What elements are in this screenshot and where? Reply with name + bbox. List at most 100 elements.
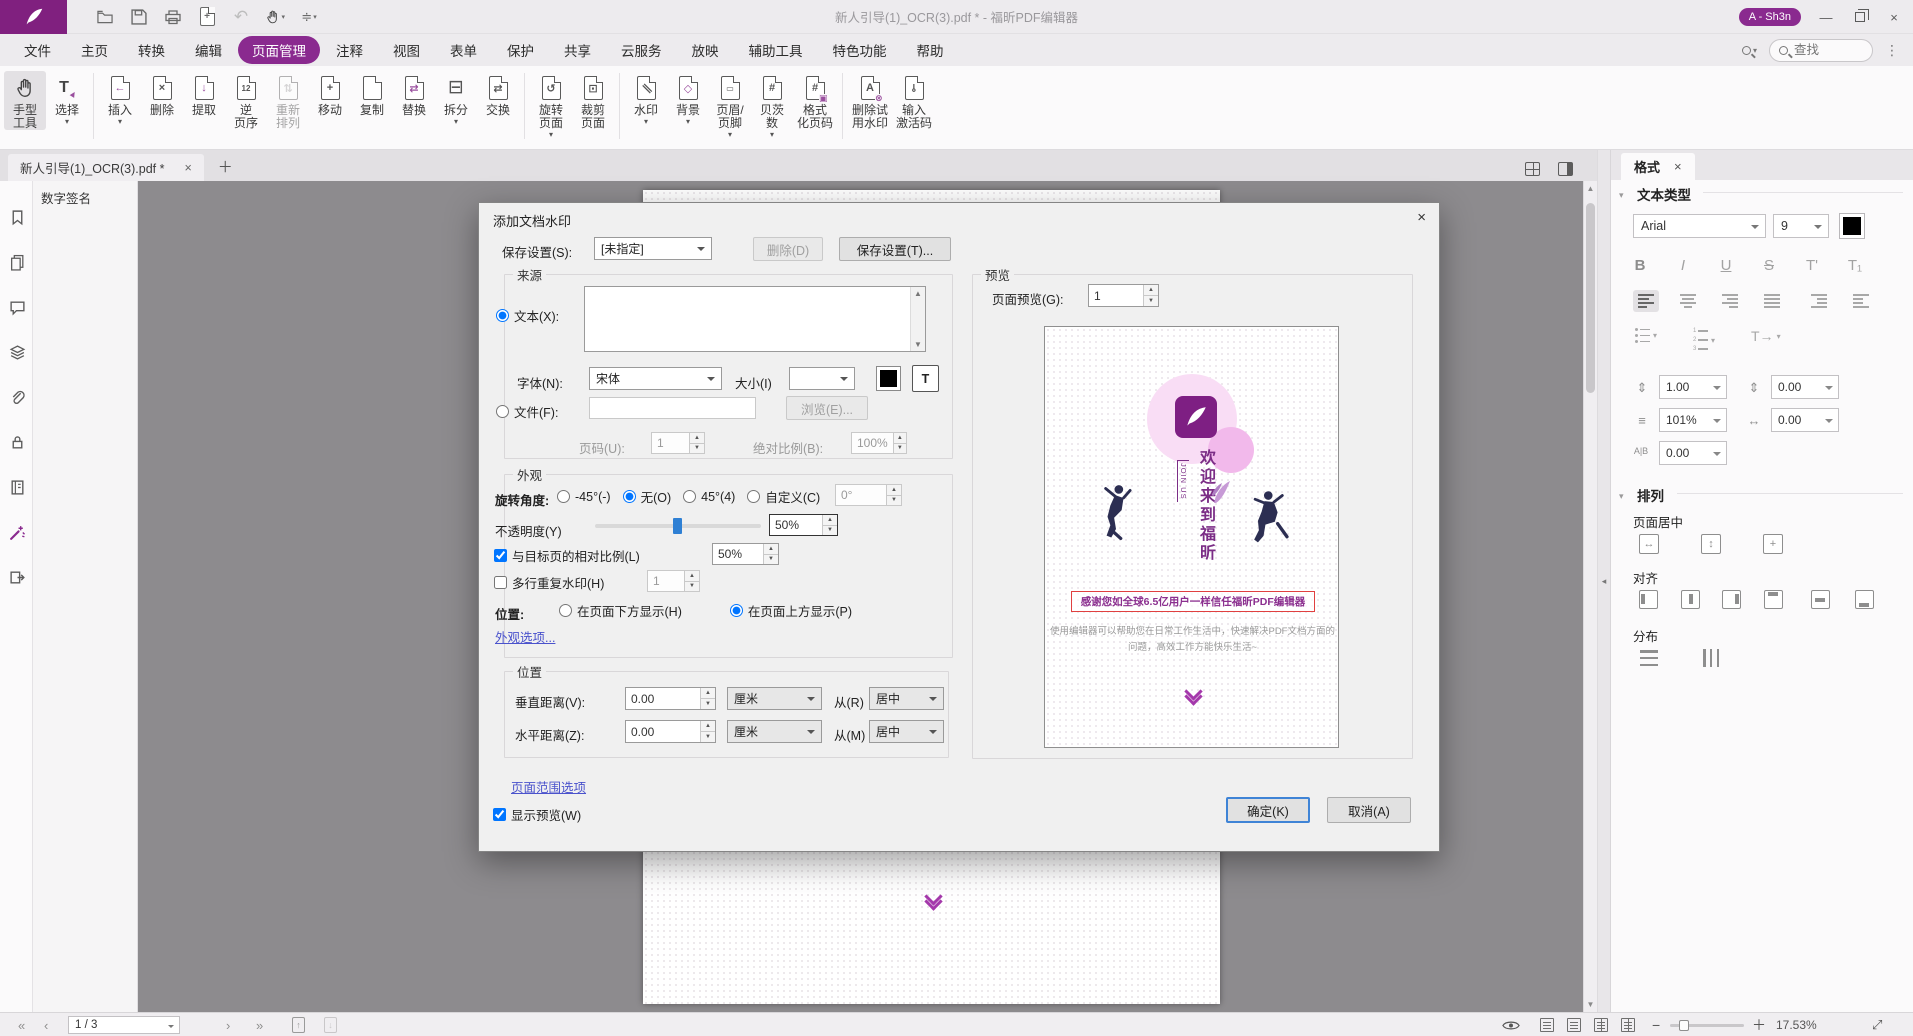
rotation-radio[interactable]: 自定义(C) [747,487,820,506]
text-direction-button[interactable]: T→▾ [1751,328,1781,344]
subscript-button[interactable]: T₁ [1840,252,1870,278]
sidebar-attachments-icon[interactable] [7,387,27,407]
scrollbar-thumb[interactable] [1586,203,1595,393]
new-page-icon[interactable]: + [197,7,217,27]
rotation-radio[interactable]: 45°(4) [683,487,735,506]
page-preview-spinner[interactable]: 1▲▼ [1088,284,1159,307]
menu-tab-编辑[interactable]: 编辑 [181,36,236,64]
vertical-scrollbar[interactable]: ▲ ▼ [1583,181,1597,1012]
italic-button[interactable]: I [1668,252,1698,278]
text-source-radio[interactable]: 文本(X): [496,306,559,325]
fit-page-icon[interactable]: ⤢ [1872,1013,1882,1036]
align-objects-center-button[interactable] [1681,590,1700,609]
menu-tab-表单[interactable]: 表单 [436,36,491,64]
scroll-up-icon[interactable]: ▲ [1584,184,1597,193]
collapse-arrow-icon[interactable]: ◂ [1602,576,1607,587]
ribbon-item[interactable]: ←插入▾ [99,71,141,126]
align-objects-top-button[interactable] [1764,590,1783,609]
custom-angle-spinner[interactable]: 0°▲▼ [835,484,902,506]
panel-collapse-strip[interactable]: ◂ [1597,150,1610,1012]
underline-button[interactable]: U [1711,252,1741,278]
open-file-icon[interactable] [95,7,115,27]
format-tab-close-icon[interactable]: × [1674,159,1682,174]
watermark-text-input[interactable]: ▲▼ [584,286,926,352]
relative-scale-spinner[interactable]: 50%▲▼ [712,543,779,565]
dialog-close-icon[interactable]: × [1417,209,1426,226]
rotation-radio[interactable]: -45°(-) [557,487,611,506]
previous-view-icon[interactable]: ↑ [292,1013,305,1036]
ribbon-item[interactable]: ▭页眉/ 页脚▾ [709,71,751,139]
restore-button[interactable] [1851,10,1869,25]
font-color-swatch[interactable] [1839,213,1865,239]
search-settings-icon[interactable]: ▾ [1742,46,1757,55]
text-style-button[interactable]: T [912,365,939,392]
save-icon[interactable] [129,7,149,27]
menu-tab-共享[interactable]: 共享 [550,36,605,64]
distribute-vertical-button[interactable] [1639,648,1659,668]
appearance-options-link[interactable]: 外观选项... [495,627,555,646]
multiline-checkbox[interactable]: 多行重复水印(H) [494,573,604,592]
paragraph-spacing-input[interactable]: 0.00 [1771,375,1839,399]
watermark-color-swatch[interactable] [876,366,901,391]
tab-close-icon[interactable]: × [184,161,191,175]
textarea-scrollbar[interactable]: ▲▼ [910,287,925,351]
zoom-in-icon[interactable]: ＋ [1752,1013,1766,1036]
sidebar-share-icon[interactable] [7,567,27,587]
save-setting-button[interactable]: 保存设置(T)... [839,237,951,261]
ribbon-item[interactable]: ∥水印▾ [625,71,667,126]
sidebar-page-thumbnails-icon[interactable] [7,252,27,272]
watermark-font-select[interactable]: 宋体 [589,367,722,390]
file-source-radio[interactable]: 文件(F): [496,402,558,421]
align-left-button[interactable] [1633,290,1659,312]
browse-button[interactable]: 浏览(E)... [786,396,868,420]
ribbon-item[interactable]: 12逆 页序 [225,71,267,130]
two-page-view-icon[interactable] [1621,1013,1635,1036]
ribbon-item[interactable]: ⇄交换 [477,71,519,117]
page-number-spinner[interactable]: 1▲▼ [651,432,705,454]
multiline-count-spinner[interactable]: 1▲▼ [647,570,700,592]
ribbon-item[interactable]: ×删除 [141,71,183,117]
rotation-radio[interactable]: 无(O) [623,487,672,506]
menu-tab-帮助[interactable]: 帮助 [903,36,958,64]
ribbon-item[interactable]: A⊗删除试 用水印 [848,71,892,130]
word-spacing-input[interactable]: 0.00 [1659,441,1727,465]
ribbon-item[interactable]: ⊡裁剪 页面 [572,71,614,130]
indent-decrease-button[interactable] [1848,290,1874,312]
center-horizontal-button[interactable]: ↔ [1639,534,1659,554]
more-options-icon[interactable]: ⋮ [1885,42,1899,59]
search-input[interactable] [1794,43,1854,57]
last-page-icon[interactable]: » [256,1013,263,1036]
font-family-select[interactable]: Arial [1633,214,1766,238]
menu-tab-放映[interactable]: 放映 [678,36,733,64]
eye-icon[interactable] [1502,1013,1520,1036]
bold-button[interactable]: B [1625,252,1655,278]
justify-button[interactable] [1759,290,1785,312]
facing-view-icon[interactable] [1594,1013,1608,1036]
ribbon-item[interactable]: 手型 工具 [4,71,46,130]
file-path-input[interactable] [589,397,756,419]
relative-scale-checkbox[interactable]: 与目标页的相对比例(L) [494,546,640,565]
ok-button[interactable]: 确定(K) [1226,797,1310,823]
menu-tab-页面管理[interactable]: 页面管理 [238,36,320,64]
numbered-list-button[interactable]: 123▾ [1693,328,1715,352]
vertical-unit-select[interactable]: 厘米 [727,687,822,710]
superscript-button[interactable]: T' [1797,252,1827,278]
ribbon-item[interactable]: ⇅重新 排列 [267,71,309,130]
zoom-slider[interactable] [1670,1024,1744,1027]
align-center-button[interactable] [1675,290,1701,312]
continuous-view-icon[interactable] [1567,1013,1581,1036]
bullet-list-button[interactable]: ▾ [1635,328,1657,343]
opacity-slider[interactable] [595,524,761,528]
hand-cursor-icon[interactable]: ▾ [265,7,285,27]
distribute-horizontal-button[interactable] [1701,648,1721,668]
menu-tab-特色功能[interactable]: 特色功能 [819,36,901,64]
first-page-icon[interactable]: « [18,1013,25,1036]
page-range-link[interactable]: 页面范围选项 [511,777,586,796]
minimize-button[interactable]: — [1817,10,1835,25]
horizontal-distance-spinner[interactable]: 0.00▲▼ [625,720,716,743]
menu-tab-注释[interactable]: 注释 [322,36,377,64]
cancel-button[interactable]: 取消(A) [1327,797,1411,823]
center-vertical-button[interactable]: ↕ [1701,534,1721,554]
customize-toolbar-icon[interactable]: ≑▾ [299,7,319,27]
ribbon-item[interactable]: #▣格式 化页码 [793,71,837,130]
